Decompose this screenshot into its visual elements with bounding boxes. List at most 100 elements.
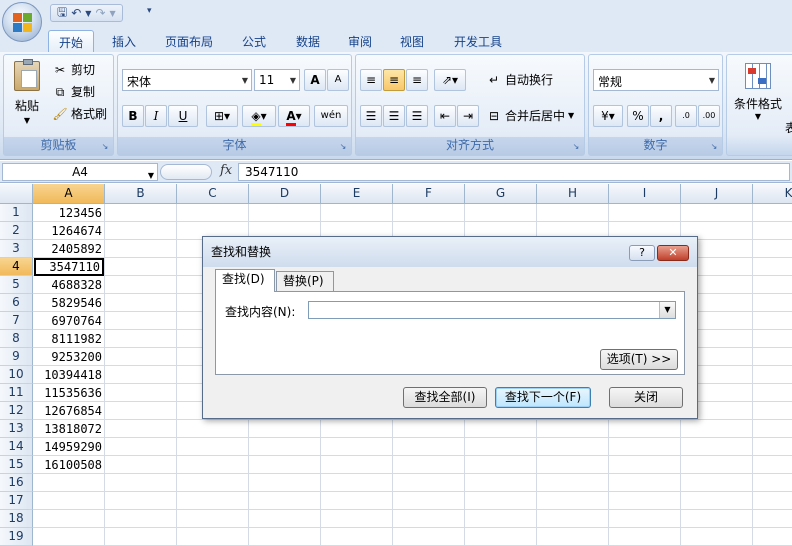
table-cell[interactable]: 2405892 (34, 240, 104, 258)
insert-function-icon[interactable]: fx (220, 163, 232, 178)
tab-formulas[interactable]: 公式 (232, 30, 276, 52)
find-next-button[interactable]: 查找下一个(F) (495, 387, 591, 408)
tab-home[interactable]: 开始 (48, 30, 94, 52)
close-button[interactable]: 关闭 (609, 387, 683, 408)
row-header[interactable]: 11 (0, 384, 33, 402)
tab-find[interactable]: 查找(D) (215, 269, 275, 292)
phonetic-button[interactable]: wén (314, 105, 348, 127)
help-button[interactable]: ? (629, 245, 655, 261)
table-cell[interactable]: 11535636 (34, 384, 104, 402)
table-cell[interactable]: 6970764 (34, 312, 104, 330)
clipboard-launcher-icon[interactable]: ↘ (100, 142, 110, 152)
align-top-button[interactable]: ≡ (360, 69, 382, 91)
row-header[interactable]: 8 (0, 330, 33, 348)
find-all-button[interactable]: 查找全部(I) (403, 387, 487, 408)
row-header[interactable]: 16 (0, 474, 33, 492)
font-size-combo[interactable]: 11 ▼ (254, 69, 300, 91)
options-button[interactable]: 选项(T) >> (600, 349, 678, 370)
align-center-button[interactable]: ☰ (383, 105, 405, 127)
increase-indent-button[interactable]: ⇥ (457, 105, 479, 127)
undo-dropdown-icon[interactable]: ▼ (85, 9, 91, 18)
redo-dropdown-icon[interactable]: ▼ (110, 9, 116, 18)
column-header[interactable]: A (33, 184, 105, 204)
table-cell[interactable]: 9253200 (34, 348, 104, 366)
row-header[interactable]: 5 (0, 276, 33, 294)
row-header[interactable]: 10 (0, 366, 33, 384)
paste-button[interactable]: 粘贴 ▼ (10, 59, 44, 133)
copy-button[interactable]: ⧉ 复制 (52, 83, 95, 100)
redo-icon[interactable]: ↷ (95, 6, 105, 20)
table-cell[interactable]: 10394418 (34, 366, 104, 384)
table-cell[interactable]: 16100508 (34, 456, 104, 474)
fill-color-button[interactable]: ◈▾ (242, 105, 276, 127)
select-all-corner[interactable] (0, 184, 33, 204)
format-painter-button[interactable]: 🖌 格式刷 (52, 105, 107, 122)
comma-button[interactable]: , (650, 105, 672, 127)
grow-font-button[interactable]: A (304, 69, 326, 91)
row-header[interactable]: 14 (0, 438, 33, 456)
office-button[interactable] (2, 2, 42, 42)
number-launcher-icon[interactable]: ↘ (709, 142, 719, 152)
column-header[interactable]: E (321, 184, 393, 204)
tab-replace[interactable]: 替换(P) (276, 271, 334, 291)
tab-insert[interactable]: 插入 (102, 30, 146, 52)
decrease-indent-button[interactable]: ⇤ (434, 105, 456, 127)
tab-data[interactable]: 数据 (286, 30, 330, 52)
row-header[interactable]: 1 (0, 204, 33, 222)
table-cell[interactable]: 4688328 (34, 276, 104, 294)
column-header[interactable]: J (681, 184, 753, 204)
row-header[interactable]: 19 (0, 528, 33, 546)
currency-button[interactable]: ¥▾ (593, 105, 623, 127)
table-cell[interactable]: 5829546 (34, 294, 104, 312)
cut-button[interactable]: ✂ 剪切 (52, 61, 95, 78)
row-header[interactable]: 6 (0, 294, 33, 312)
table-cell[interactable]: 13818072 (34, 420, 104, 438)
tab-review[interactable]: 审阅 (338, 30, 382, 52)
column-header[interactable]: I (609, 184, 681, 204)
font-launcher-icon[interactable]: ↘ (338, 142, 348, 152)
align-bottom-button[interactable]: ≡ (406, 69, 428, 91)
row-header[interactable]: 3 (0, 240, 33, 258)
row-header[interactable]: 12 (0, 402, 33, 420)
column-header[interactable]: C (177, 184, 249, 204)
row-header[interactable]: 15 (0, 456, 33, 474)
table-cell[interactable]: 123456 (34, 204, 104, 222)
increase-decimal-button[interactable]: .0 (675, 105, 697, 127)
italic-button[interactable]: I (145, 105, 167, 127)
wrap-text-button[interactable]: ↵ 自动换行 (486, 71, 553, 88)
tab-page-layout[interactable]: 页面布局 (156, 30, 222, 52)
row-header[interactable]: 4 (0, 258, 33, 276)
undo-icon[interactable]: ↶ (71, 6, 81, 20)
font-color-button[interactable]: A▾ (278, 105, 310, 127)
bold-button[interactable]: B (122, 105, 144, 127)
row-header[interactable]: 2 (0, 222, 33, 240)
column-header[interactable]: B (105, 184, 177, 204)
close-icon[interactable]: ✕ (657, 245, 689, 261)
row-header[interactable]: 13 (0, 420, 33, 438)
formula-input[interactable]: 3547110 (238, 163, 790, 181)
find-what-input[interactable]: ▼ (308, 301, 676, 319)
align-right-button[interactable]: ☰ (406, 105, 428, 127)
name-box[interactable]: A4 ▼ (2, 163, 158, 181)
row-header[interactable]: 7 (0, 312, 33, 330)
column-header[interactable]: K (753, 184, 792, 204)
save-icon[interactable]: 🖫 (57, 3, 67, 24)
borders-button[interactable]: ⊞▾ (206, 105, 238, 127)
percent-button[interactable]: % (627, 105, 649, 127)
number-format-combo[interactable]: 常规 ▼ (593, 69, 719, 91)
table-cell[interactable]: 1264674 (34, 222, 104, 240)
alignment-launcher-icon[interactable]: ↘ (571, 142, 581, 152)
active-cell[interactable]: 3547110 (34, 258, 104, 276)
column-header[interactable]: D (249, 184, 321, 204)
table-cell[interactable]: 12676854 (34, 402, 104, 420)
table-cell[interactable]: 8111982 (34, 330, 104, 348)
chevron-down-icon[interactable]: ▼ (659, 302, 675, 318)
tab-view[interactable]: 视图 (390, 30, 434, 52)
column-header[interactable]: F (393, 184, 465, 204)
orientation-button[interactable]: ⇗▾ (434, 69, 466, 91)
align-left-button[interactable]: ☰ (360, 105, 382, 127)
column-header[interactable]: H (537, 184, 609, 204)
underline-button[interactable]: U (168, 105, 198, 127)
formula-bar-divider[interactable] (160, 164, 212, 180)
shrink-font-button[interactable]: A (327, 69, 349, 91)
